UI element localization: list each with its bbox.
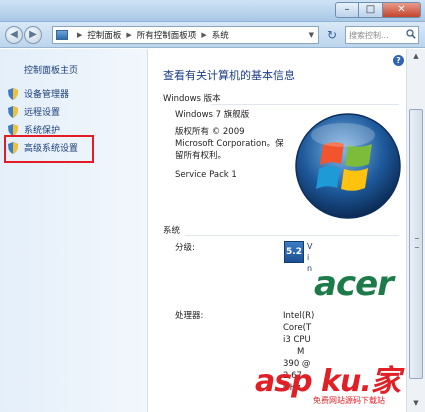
rating-label: 分级: bbox=[175, 243, 195, 253]
windows-edition-section-label: Windows 版本 bbox=[163, 94, 221, 104]
chevron-right-icon[interactable]: ▶ bbox=[201, 31, 206, 39]
sidebar-item-device-manager[interactable]: 设备管理器 bbox=[8, 87, 69, 100]
breadcrumb-all-items[interactable]: 所有控制面板项 bbox=[137, 29, 197, 41]
help-icon[interactable]: ? bbox=[393, 55, 404, 66]
highlight-box bbox=[4, 135, 94, 163]
scroll-up-icon[interactable]: ▲ bbox=[410, 52, 422, 62]
watermark-subtitle: 免费网站源码下载站 bbox=[313, 396, 385, 405]
search-icon[interactable] bbox=[406, 29, 416, 39]
windows-experience-index-badge[interactable]: 5.2 bbox=[284, 241, 304, 263]
copyright-line: Microsoft Corporation。保 bbox=[175, 139, 284, 149]
edition-name: Windows 7 旗舰版 bbox=[175, 110, 250, 120]
back-arrow-icon[interactable]: ◀ bbox=[5, 26, 23, 44]
rating-link-char: i bbox=[307, 253, 310, 262]
processor-line: i3 CPU bbox=[283, 335, 311, 345]
window-controls: – □ ✕ bbox=[335, 2, 421, 18]
copyright-line: 留所有权利。 bbox=[175, 151, 227, 161]
rating-link-char: n bbox=[307, 264, 313, 273]
page-title: 查看有关计算机的基本信息 bbox=[163, 69, 295, 82]
watermark: asp ku.家 免费网站源码下载站 bbox=[255, 356, 425, 412]
refresh-icon[interactable]: ↻ bbox=[323, 26, 341, 44]
control-panel-home-link[interactable]: 控制面板主页 bbox=[24, 63, 78, 76]
section-divider bbox=[185, 235, 399, 236]
service-pack: Service Pack 1 bbox=[175, 170, 237, 180]
minimize-button[interactable]: – bbox=[335, 2, 359, 18]
watermark-logo-text: asp ku.家 bbox=[255, 364, 401, 399]
sidebar-item-label: 设备管理器 bbox=[24, 90, 70, 100]
processor-line: Core(T bbox=[283, 323, 312, 333]
chevron-down-icon[interactable]: ▼ bbox=[309, 31, 314, 39]
chevron-right-icon[interactable]: ▶ bbox=[126, 31, 131, 39]
address-toolbar: ◀ ▶ ▶ 控制面板 ▶ 所有控制面板项 ▶ 系统 ▼ ↻ 搜索控制... bbox=[0, 22, 425, 48]
copyright-line: 版权所有 © 2009 bbox=[175, 127, 245, 137]
processor-label: 处理器: bbox=[175, 311, 204, 321]
windows-logo-icon bbox=[295, 113, 401, 219]
shield-icon bbox=[8, 105, 18, 118]
left-pane: 控制面板主页 设备管理器 远程设置 系统保护 高级系统设置 bbox=[0, 49, 148, 412]
breadcrumb-control-panel[interactable]: 控制面板 bbox=[87, 29, 121, 41]
forward-arrow-icon[interactable]: ▶ bbox=[24, 26, 42, 44]
control-panel-icon bbox=[56, 30, 68, 40]
section-divider bbox=[211, 104, 399, 105]
search-input[interactable]: 搜索控制... bbox=[345, 26, 419, 44]
grip-icon bbox=[415, 238, 419, 248]
title-bar: – □ ✕ bbox=[0, 0, 425, 22]
breadcrumb-system[interactable]: 系统 bbox=[212, 29, 229, 41]
address-bar[interactable]: ▶ 控制面板 ▶ 所有控制面板项 ▶ 系统 ▼ bbox=[52, 26, 319, 44]
sidebar-item-remote-settings[interactable]: 远程设置 bbox=[8, 105, 60, 118]
processor-line: Intel(R) bbox=[283, 311, 315, 321]
search-placeholder: 搜索控制... bbox=[349, 31, 389, 40]
chevron-right-icon: ▶ bbox=[77, 31, 83, 39]
maximize-button[interactable]: □ bbox=[359, 2, 383, 18]
close-button[interactable]: ✕ bbox=[383, 2, 421, 18]
shield-icon bbox=[8, 87, 18, 100]
shield-icon bbox=[8, 123, 18, 136]
rating-link[interactable]: V i n bbox=[307, 241, 312, 274]
scrollbar-thumb[interactable] bbox=[409, 109, 423, 379]
rating-link-char: V bbox=[307, 242, 313, 251]
acer-logo: acer bbox=[314, 264, 394, 304]
system-section-label: 系统 bbox=[163, 226, 181, 236]
sidebar-item-label: 远程设置 bbox=[24, 108, 61, 118]
